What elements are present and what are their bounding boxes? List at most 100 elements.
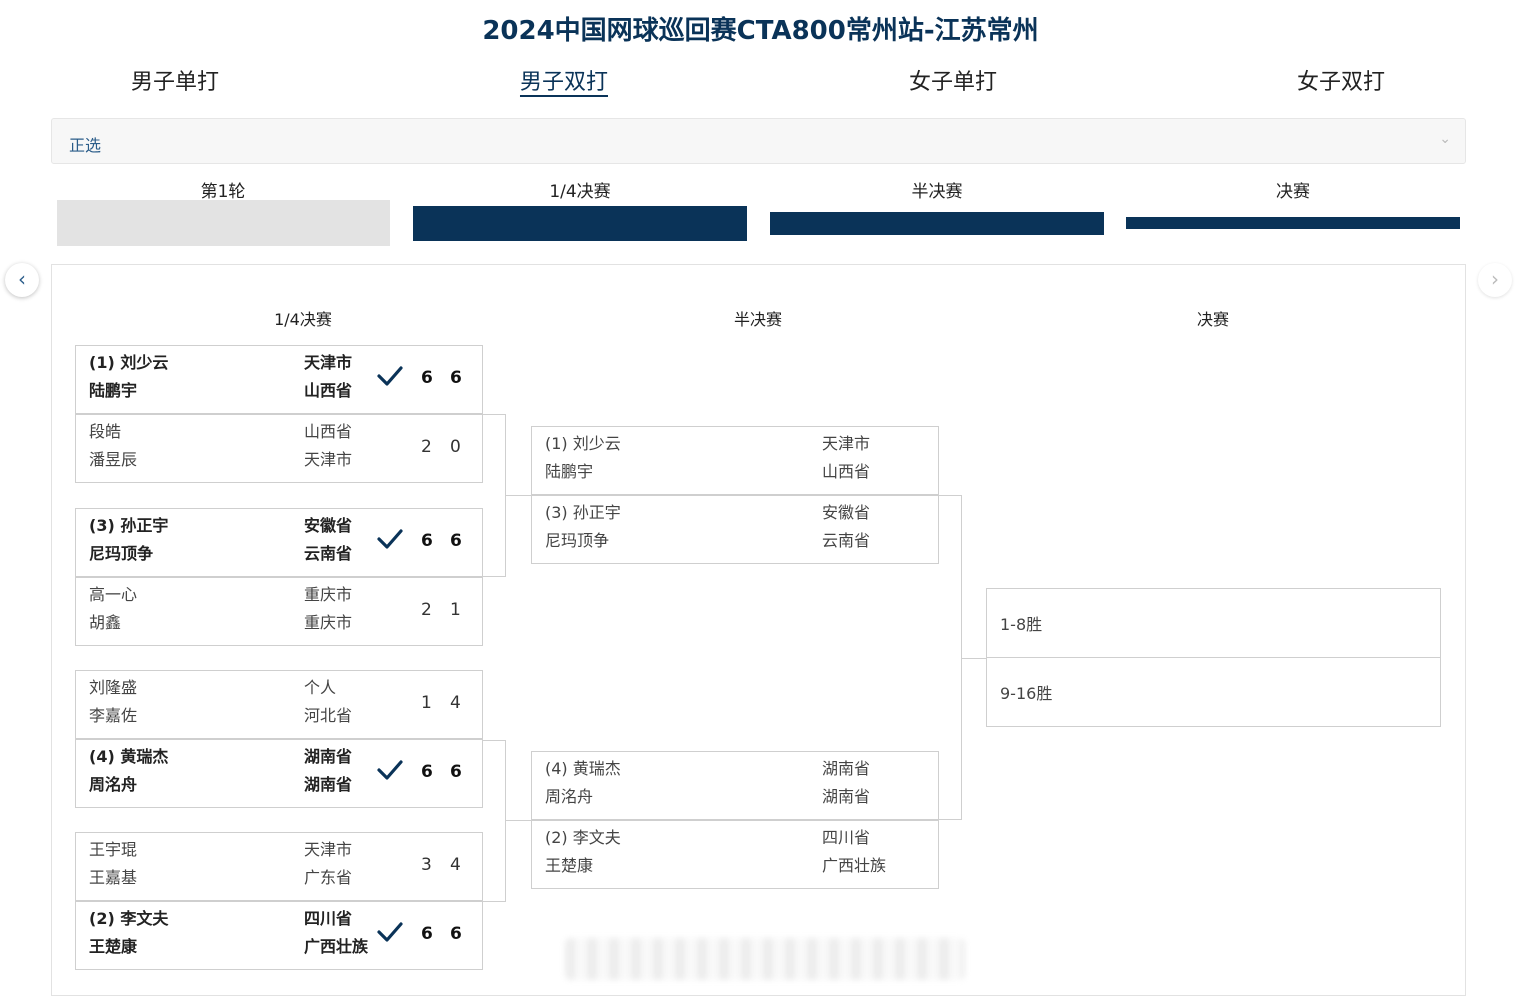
player-province: 湖南省 (822, 759, 871, 778)
player-name: 陆鹏宇 (545, 462, 594, 481)
round-bar-qf[interactable] (413, 206, 747, 241)
player-province: 重庆市 (304, 585, 353, 604)
set-score: 2 (421, 437, 432, 457)
player-province: 四川省 (304, 909, 353, 928)
player-province: 天津市 (822, 434, 871, 453)
player-name: 周洺舟 (545, 787, 594, 806)
tab-mens-doubles[interactable]: 男子双打 (464, 64, 664, 96)
connector-sf-out (962, 658, 986, 659)
player-name: (2) 李文夫 (89, 909, 169, 928)
round-bar-r1[interactable] (57, 200, 390, 246)
connector-sf (939, 495, 962, 820)
check-icon (377, 760, 403, 780)
qf3-team-bottom[interactable]: (4) 黄瑞杰 周洺舟 湖南省 湖南省 6 6 (75, 739, 483, 808)
player-province: 湖南省 (304, 747, 353, 766)
player-province: 四川省 (822, 828, 871, 847)
chevron-right-icon: › (1491, 267, 1499, 291)
player-province: 安徽省 (304, 516, 353, 535)
bracket-col-final: 决赛 (1196, 310, 1229, 329)
round-bar-final[interactable] (1126, 217, 1460, 229)
player-province: 安徽省 (822, 503, 871, 522)
set-score: 2 (421, 600, 432, 620)
player-name: 王楚康 (89, 937, 138, 956)
player-name: (4) 黄瑞杰 (89, 747, 169, 766)
player-name: 陆鹏宇 (89, 381, 138, 400)
set-score: 6 (421, 531, 433, 551)
round-label-sf: 半决赛 (911, 182, 963, 202)
qf2-team-bottom[interactable]: 高一心 胡鑫 重庆市 重庆市 2 1 (75, 577, 483, 646)
round-label-final: 决赛 (1276, 182, 1310, 202)
set-score: 6 (450, 762, 462, 782)
player-province: 广东省 (304, 868, 353, 887)
player-province: 山西省 (304, 381, 353, 400)
player-province: 河北省 (304, 706, 353, 725)
draw-type-value: 正选 (69, 136, 102, 155)
bracket-col-sf: 半决赛 (733, 310, 782, 329)
player-province: 山西省 (822, 462, 871, 481)
check-icon (377, 529, 403, 549)
player-name: (4) 黄瑞杰 (545, 759, 621, 778)
qf2-team-top[interactable]: (3) 孙正宇 尼玛顶争 安徽省 云南省 6 6 (75, 508, 483, 577)
sf1-team-top[interactable]: (1) 刘少云 陆鹏宇 天津市 山西省 (531, 426, 939, 495)
chevron-left-icon: ‹ (18, 267, 26, 291)
set-score: 6 (450, 924, 462, 944)
player-province: 重庆市 (304, 613, 353, 632)
qf4-team-top[interactable]: 王宇琨 王嘉基 天津市 广东省 3 4 (75, 832, 483, 901)
final-slot-bottom[interactable]: 9-16胜 (986, 657, 1441, 727)
set-score: 6 (421, 924, 433, 944)
player-province: 山西省 (304, 422, 353, 441)
player-name: 段皓 (89, 422, 122, 441)
player-province: 广西壮族 (822, 856, 887, 875)
player-name: 王宇琨 (89, 840, 138, 859)
set-score: 6 (450, 368, 462, 388)
player-province: 天津市 (304, 450, 353, 469)
player-province: 广西壮族 (304, 937, 369, 956)
qf1-team-top[interactable]: (1) 刘少云 陆鹏宇 天津市 山西省 6 6 (75, 345, 483, 414)
tab-womens-singles[interactable]: 女子单打 (853, 64, 1053, 96)
sf1-team-bottom[interactable]: (3) 孙正宇 尼玛顶争 安徽省 云南省 (531, 495, 939, 564)
sf2-team-top[interactable]: (4) 黄瑞杰 周洺舟 湖南省 湖南省 (531, 751, 939, 820)
check-icon (377, 366, 403, 386)
tab-mens-singles[interactable]: 男子单打 (75, 64, 275, 96)
final-slot-label: 9-16胜 (1000, 684, 1053, 703)
player-name: 周洺舟 (89, 775, 138, 794)
final-slot-label: 1-8胜 (1000, 615, 1043, 634)
player-name: 李嘉佐 (89, 706, 138, 725)
set-score: 6 (421, 762, 433, 782)
round-bar-sf[interactable] (770, 212, 1104, 235)
round-label-qf: 1/4决赛 (549, 182, 611, 202)
player-name: (1) 刘少云 (89, 353, 169, 372)
player-province: 云南省 (822, 531, 871, 550)
player-province: 湖南省 (822, 787, 871, 806)
set-score: 6 (450, 531, 462, 551)
sf2-team-bottom[interactable]: (2) 李文夫 王楚康 四川省 广西壮族 (531, 820, 939, 889)
connector-qf1 (483, 414, 506, 577)
player-name: (3) 孙正宇 (545, 503, 621, 522)
bracket-col-qf: 1/4决赛 (274, 310, 332, 329)
qf3-team-top[interactable]: 刘隆盛 李嘉佐 个人 河北省 1 4 (75, 670, 483, 739)
set-score: 4 (450, 855, 461, 875)
player-name: 潘昱辰 (89, 450, 138, 469)
draw-type-select[interactable]: 正选 ⌄ (51, 118, 1466, 164)
prev-round-button[interactable]: ‹ (5, 263, 39, 297)
qf4-team-bottom[interactable]: (2) 李文夫 王楚康 四川省 广西壮族 6 6 (75, 901, 483, 970)
player-name: 刘隆盛 (89, 678, 138, 697)
player-name: (2) 李文夫 (545, 828, 621, 847)
player-name: 胡鑫 (89, 613, 122, 632)
player-province: 湖南省 (304, 775, 353, 794)
next-round-button[interactable]: › (1478, 263, 1512, 297)
page-title: 2024中国网球巡回赛CTA800常州站-江苏常州 (482, 16, 1039, 46)
set-score: 1 (450, 600, 461, 620)
tab-womens-doubles[interactable]: 女子双打 (1241, 64, 1441, 96)
connector-qf2 (483, 740, 506, 902)
final-slot-top[interactable]: 1-8胜 (986, 588, 1441, 658)
player-name: 王嘉基 (89, 868, 138, 887)
connector-qf2-out (506, 820, 531, 821)
player-province: 天津市 (304, 840, 353, 859)
set-score: 6 (421, 368, 433, 388)
player-name: 尼玛顶争 (545, 531, 610, 550)
player-province: 天津市 (304, 353, 353, 372)
player-name: 王楚康 (545, 856, 594, 875)
qf1-team-bottom[interactable]: 段皓 潘昱辰 山西省 天津市 2 0 (75, 414, 483, 483)
connector-qf1-out (506, 495, 531, 496)
